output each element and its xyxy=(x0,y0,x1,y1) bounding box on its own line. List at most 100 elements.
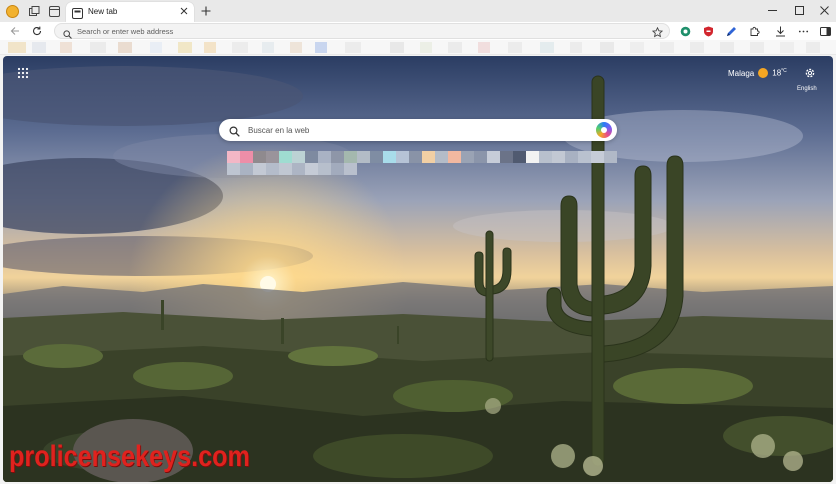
favorite-item[interactable] xyxy=(290,42,302,53)
weather-temp: 18°C xyxy=(772,68,787,78)
quick-link[interactable] xyxy=(292,151,305,163)
gear-icon[interactable] xyxy=(804,66,818,80)
maximize-icon[interactable] xyxy=(787,2,811,18)
favorite-item[interactable] xyxy=(750,42,764,53)
quick-link[interactable] xyxy=(292,163,305,175)
quick-link[interactable] xyxy=(422,151,435,163)
quick-link[interactable] xyxy=(474,151,487,163)
quick-link[interactable] xyxy=(279,151,292,163)
favorite-item[interactable] xyxy=(118,42,132,53)
quick-link[interactable] xyxy=(279,163,292,175)
favorite-item[interactable] xyxy=(8,42,26,53)
apps-grid-icon[interactable] xyxy=(17,66,31,80)
quick-link[interactable] xyxy=(370,151,383,163)
quick-link[interactable] xyxy=(487,151,500,163)
favorite-item[interactable] xyxy=(806,42,820,53)
weather-city: Malaga xyxy=(728,68,755,78)
favorite-item[interactable] xyxy=(345,42,361,53)
favorite-item[interactable] xyxy=(32,42,46,53)
quick-link[interactable] xyxy=(526,151,539,163)
quick-links xyxy=(227,151,617,175)
search-icon xyxy=(229,124,240,142)
plus-icon[interactable] xyxy=(198,3,214,19)
quick-link[interactable] xyxy=(513,151,526,163)
favorite-item[interactable] xyxy=(478,42,490,53)
quick-link[interactable] xyxy=(331,163,344,175)
address-bar[interactable] xyxy=(54,23,670,39)
weather-widget[interactable]: Malaga 18°C xyxy=(728,66,787,80)
favorite-item[interactable] xyxy=(570,42,582,53)
refresh-icon[interactable] xyxy=(29,23,45,39)
address-input[interactable] xyxy=(77,25,637,37)
favorite-item[interactable] xyxy=(90,42,106,53)
quick-link[interactable] xyxy=(539,151,552,163)
quick-link[interactable] xyxy=(253,163,266,175)
quick-link[interactable] xyxy=(578,151,591,163)
download-icon[interactable] xyxy=(772,23,788,39)
more-icon[interactable] xyxy=(795,23,811,39)
quick-link[interactable] xyxy=(604,151,617,163)
favorite-item[interactable] xyxy=(600,42,614,53)
quick-link[interactable] xyxy=(565,151,578,163)
favorite-item[interactable] xyxy=(178,42,192,53)
tab-actions-icon[interactable] xyxy=(46,3,62,19)
quick-link[interactable] xyxy=(552,151,565,163)
quick-link[interactable] xyxy=(240,151,253,163)
quick-link[interactable] xyxy=(591,151,604,163)
quick-link[interactable] xyxy=(240,163,253,175)
extension-icon[interactable] xyxy=(677,23,693,39)
quick-link[interactable] xyxy=(448,151,461,163)
back-arrow-icon[interactable] xyxy=(7,23,23,39)
quick-link[interactable] xyxy=(331,151,344,163)
favorite-item[interactable] xyxy=(660,42,674,53)
favorite-item[interactable] xyxy=(690,42,704,53)
quick-link[interactable] xyxy=(318,163,331,175)
pen-icon[interactable] xyxy=(723,23,739,39)
quick-link[interactable] xyxy=(409,151,422,163)
favorite-item[interactable] xyxy=(232,42,248,53)
window-close-icon[interactable] xyxy=(812,2,836,18)
language-selector[interactable]: English xyxy=(797,86,817,92)
favorite-item[interactable] xyxy=(390,42,404,53)
favorite-item[interactable] xyxy=(448,42,462,53)
quick-link[interactable] xyxy=(461,151,474,163)
quick-link[interactable] xyxy=(266,151,279,163)
favorite-item[interactable] xyxy=(540,42,554,53)
quick-link[interactable] xyxy=(318,151,331,163)
favorite-item[interactable] xyxy=(60,42,72,53)
favorite-item[interactable] xyxy=(630,42,644,53)
web-search-box[interactable] xyxy=(219,119,617,141)
quick-link[interactable] xyxy=(227,151,240,163)
quick-link[interactable] xyxy=(500,151,513,163)
shield-icon[interactable] xyxy=(700,23,716,39)
watermark-text: prolicensekeys.com xyxy=(9,440,250,473)
favorite-item[interactable] xyxy=(315,42,327,53)
close-icon[interactable] xyxy=(178,5,190,17)
favorite-item[interactable] xyxy=(780,42,794,53)
quick-link[interactable] xyxy=(227,163,240,175)
puzzle-icon[interactable] xyxy=(746,23,762,39)
quick-link[interactable] xyxy=(266,163,279,175)
quick-link[interactable] xyxy=(344,151,357,163)
tab-new-tab[interactable]: New tab xyxy=(66,2,194,22)
favorite-item[interactable] xyxy=(720,42,734,53)
workspaces-icon[interactable] xyxy=(26,3,42,19)
sidebar-icon[interactable] xyxy=(817,23,833,39)
quick-link[interactable] xyxy=(435,151,448,163)
favorite-item[interactable] xyxy=(508,42,522,53)
minimize-icon[interactable] xyxy=(760,2,784,18)
favorite-item[interactable] xyxy=(420,42,432,53)
profile-icon[interactable] xyxy=(4,3,20,19)
quick-link[interactable] xyxy=(305,163,318,175)
web-search-input[interactable] xyxy=(248,123,578,137)
quick-link[interactable] xyxy=(344,163,357,175)
quick-link[interactable] xyxy=(383,151,396,163)
favorite-item[interactable] xyxy=(150,42,162,53)
quick-link[interactable] xyxy=(253,151,266,163)
quick-link[interactable] xyxy=(396,151,409,163)
quick-link[interactable] xyxy=(357,151,370,163)
favorite-item[interactable] xyxy=(204,42,216,53)
favorite-item[interactable] xyxy=(262,42,274,53)
copilot-icon[interactable] xyxy=(596,122,612,138)
quick-link[interactable] xyxy=(305,151,318,163)
